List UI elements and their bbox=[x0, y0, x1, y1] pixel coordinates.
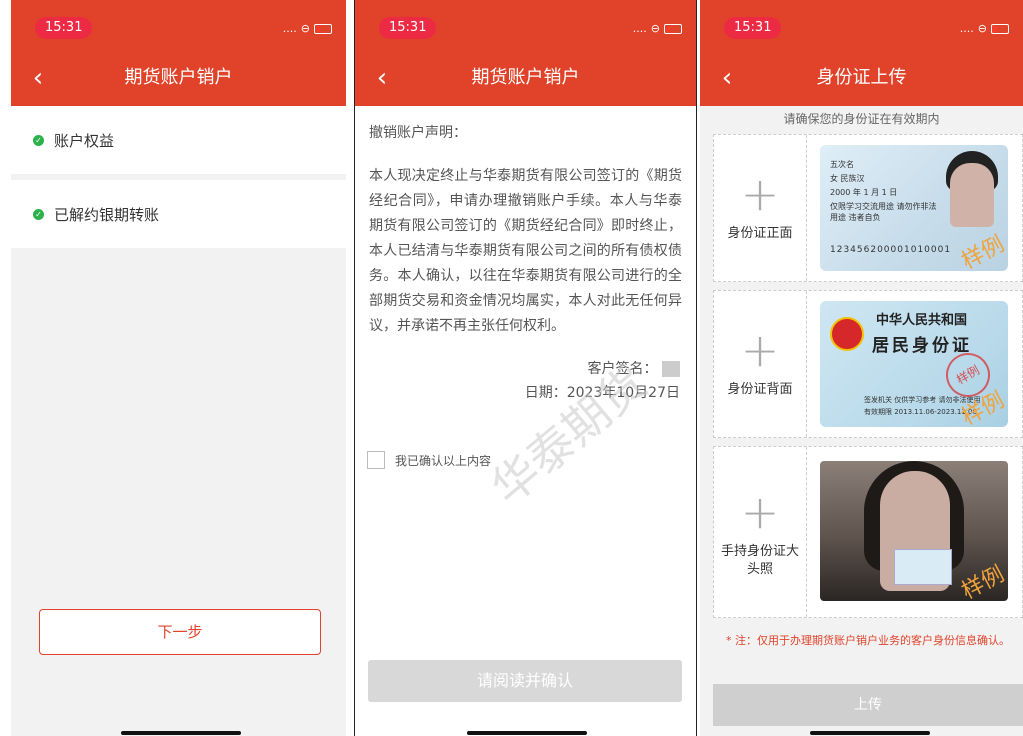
upload-button[interactable]: 上传 bbox=[713, 684, 1023, 726]
screen-cancel-statement: 15:31 .... ⊖ ‹ 期货账户销户 撤销账户声明： 本人现决定终止与华泰期… bbox=[354, 0, 697, 736]
card-label: 身份证背面 bbox=[727, 382, 793, 397]
page-title: 期货账户销户 bbox=[124, 67, 233, 88]
confirm-checkbox-label: 我已确认以上内容 bbox=[395, 453, 492, 468]
link-icon: ⊖ bbox=[977, 22, 987, 35]
status-icons: .... ⊖ bbox=[960, 22, 1009, 35]
battery-icon bbox=[314, 23, 332, 34]
status-time: 15:31 bbox=[35, 17, 93, 39]
battery-icon bbox=[991, 23, 1009, 34]
nav-bar: ‹ 期货账户销户 bbox=[355, 50, 696, 106]
status-time: 15:31 bbox=[379, 17, 437, 39]
date-value: 2023年10月27日 bbox=[566, 385, 680, 401]
check-circle-icon: ✓ bbox=[33, 208, 44, 220]
status-bar: 15:31 .... ⊖ bbox=[355, 0, 696, 50]
link-icon: ⊖ bbox=[650, 22, 660, 35]
nav-bar: ‹ 身份证上传 bbox=[700, 50, 1023, 106]
status-time: 15:31 bbox=[724, 17, 782, 39]
list-item-account-equity: ✓ 账户权益 bbox=[11, 106, 346, 174]
sample-country: 中华人民共和国 bbox=[876, 313, 968, 328]
home-indicator bbox=[467, 731, 587, 735]
upload-slot[interactable]: + 手持身份证大头照 bbox=[714, 447, 807, 617]
sample-card-title: 居民身份证 bbox=[872, 336, 972, 356]
sample-address: 仅限学习交流用途 请勿作非法用途 违者自负 bbox=[830, 202, 937, 222]
id-front-sample-image: 五次名 女 民族汉 2000 年 1 月 1 日 仅限学习交流用途 请勿作非法用… bbox=[820, 145, 1008, 271]
sample-stamp: 样例 bbox=[957, 231, 1008, 271]
home-indicator bbox=[121, 731, 241, 735]
signature-label: 客户签名： bbox=[587, 361, 658, 377]
confirm-checkbox[interactable] bbox=[367, 451, 385, 469]
upload-slot[interactable]: + 身份证背面 bbox=[714, 291, 807, 437]
screen-id-upload: 15:31 .... ⊖ ‹ 身份证上传 请确保您的身份证在有效期内 + 身份证正… bbox=[700, 0, 1023, 736]
status-bar: 15:31 .... ⊖ bbox=[700, 0, 1023, 50]
sample-gender: 女 民族汉 bbox=[830, 174, 865, 183]
statement-content: 撤销账户声明： 本人现决定终止与华泰期货有限公司签订的《期货经纪合同》，申请办理… bbox=[369, 106, 682, 339]
national-emblem-icon bbox=[830, 317, 864, 351]
home-indicator bbox=[810, 731, 930, 735]
list-item-bank-transfer: ✓ 已解约银期转账 bbox=[11, 180, 346, 248]
card-label: 手持身份证大头照 bbox=[720, 544, 799, 577]
statement-paragraph: 本人现决定终止与华泰期货有限公司签订的《期货经纪合同》，申请办理撤销账户手续。本… bbox=[369, 168, 682, 334]
id-back-sample-image: 中华人民共和国 居民身份证 签发机关 仅供学习参考 请勿非法使用 有效期限 20… bbox=[820, 301, 1008, 427]
plus-icon: + bbox=[740, 485, 780, 539]
plus-icon: + bbox=[740, 323, 780, 377]
check-circle-icon: ✓ bbox=[33, 134, 44, 146]
sample-stamp: 样例 bbox=[957, 561, 1008, 601]
id-back-upload-card[interactable]: + 身份证背面 中华人民共和国 居民身份证 签发机关 仅供学习参考 请勿非法使用… bbox=[713, 290, 1023, 438]
read-confirm-button[interactable]: 请阅读并确认 bbox=[368, 660, 682, 702]
id-front-upload-card[interactable]: + 身份证正面 五次名 女 民族汉 2000 年 1 月 1 日 仅限学习交流用… bbox=[713, 134, 1023, 282]
date-line: 日期：2023年10月27日 bbox=[525, 382, 680, 402]
next-button[interactable]: 下一步 bbox=[39, 609, 321, 655]
signature-image bbox=[662, 361, 680, 377]
handheld-sample-image: 样例 bbox=[820, 461, 1008, 601]
signature-line: 客户签名： bbox=[588, 358, 680, 378]
status-bar: 15:31 .... ⊖ bbox=[11, 0, 346, 50]
sample-birth: 2000 年 1 月 1 日 bbox=[830, 188, 898, 197]
date-label: 日期： bbox=[524, 385, 567, 401]
link-icon: ⊖ bbox=[300, 22, 310, 35]
upload-slot[interactable]: + 身份证正面 bbox=[714, 135, 807, 281]
held-id-card bbox=[894, 549, 952, 585]
battery-icon bbox=[664, 23, 682, 34]
list-item-label: 账户权益 bbox=[54, 131, 115, 150]
usage-note: * 注：仅用于办理期货账户销户业务的客户身份信息确认。 bbox=[726, 634, 1010, 647]
sample-id-number: 123456200001010001 bbox=[830, 245, 952, 255]
validity-hint: 请确保您的身份证在有效期内 bbox=[700, 106, 1023, 132]
status-icons: .... ⊖ bbox=[283, 22, 332, 35]
confirm-row[interactable]: 我已确认以上内容 bbox=[367, 451, 491, 469]
statement-heading: 撤销账户声明： bbox=[369, 125, 467, 141]
nav-bar: ‹ 期货账户销户 bbox=[11, 50, 346, 106]
sample-name: 五次名 bbox=[830, 160, 854, 169]
page-title: 身份证上传 bbox=[816, 67, 907, 88]
status-icons: .... ⊖ bbox=[633, 22, 682, 35]
handheld-photo-upload-card[interactable]: + 手持身份证大头照 样例 bbox=[713, 446, 1023, 618]
portrait-face bbox=[950, 163, 994, 227]
page-title: 期货账户销户 bbox=[471, 67, 580, 88]
card-label: 身份证正面 bbox=[727, 226, 793, 241]
plus-icon: + bbox=[740, 167, 780, 221]
list-item-label: 已解约银期转账 bbox=[54, 205, 160, 224]
screen-account-cancel: 15:31 .... ⊖ ‹ 期货账户销户 ✓ 账户权益 ✓ 已解约银期转账 下一… bbox=[11, 0, 346, 736]
